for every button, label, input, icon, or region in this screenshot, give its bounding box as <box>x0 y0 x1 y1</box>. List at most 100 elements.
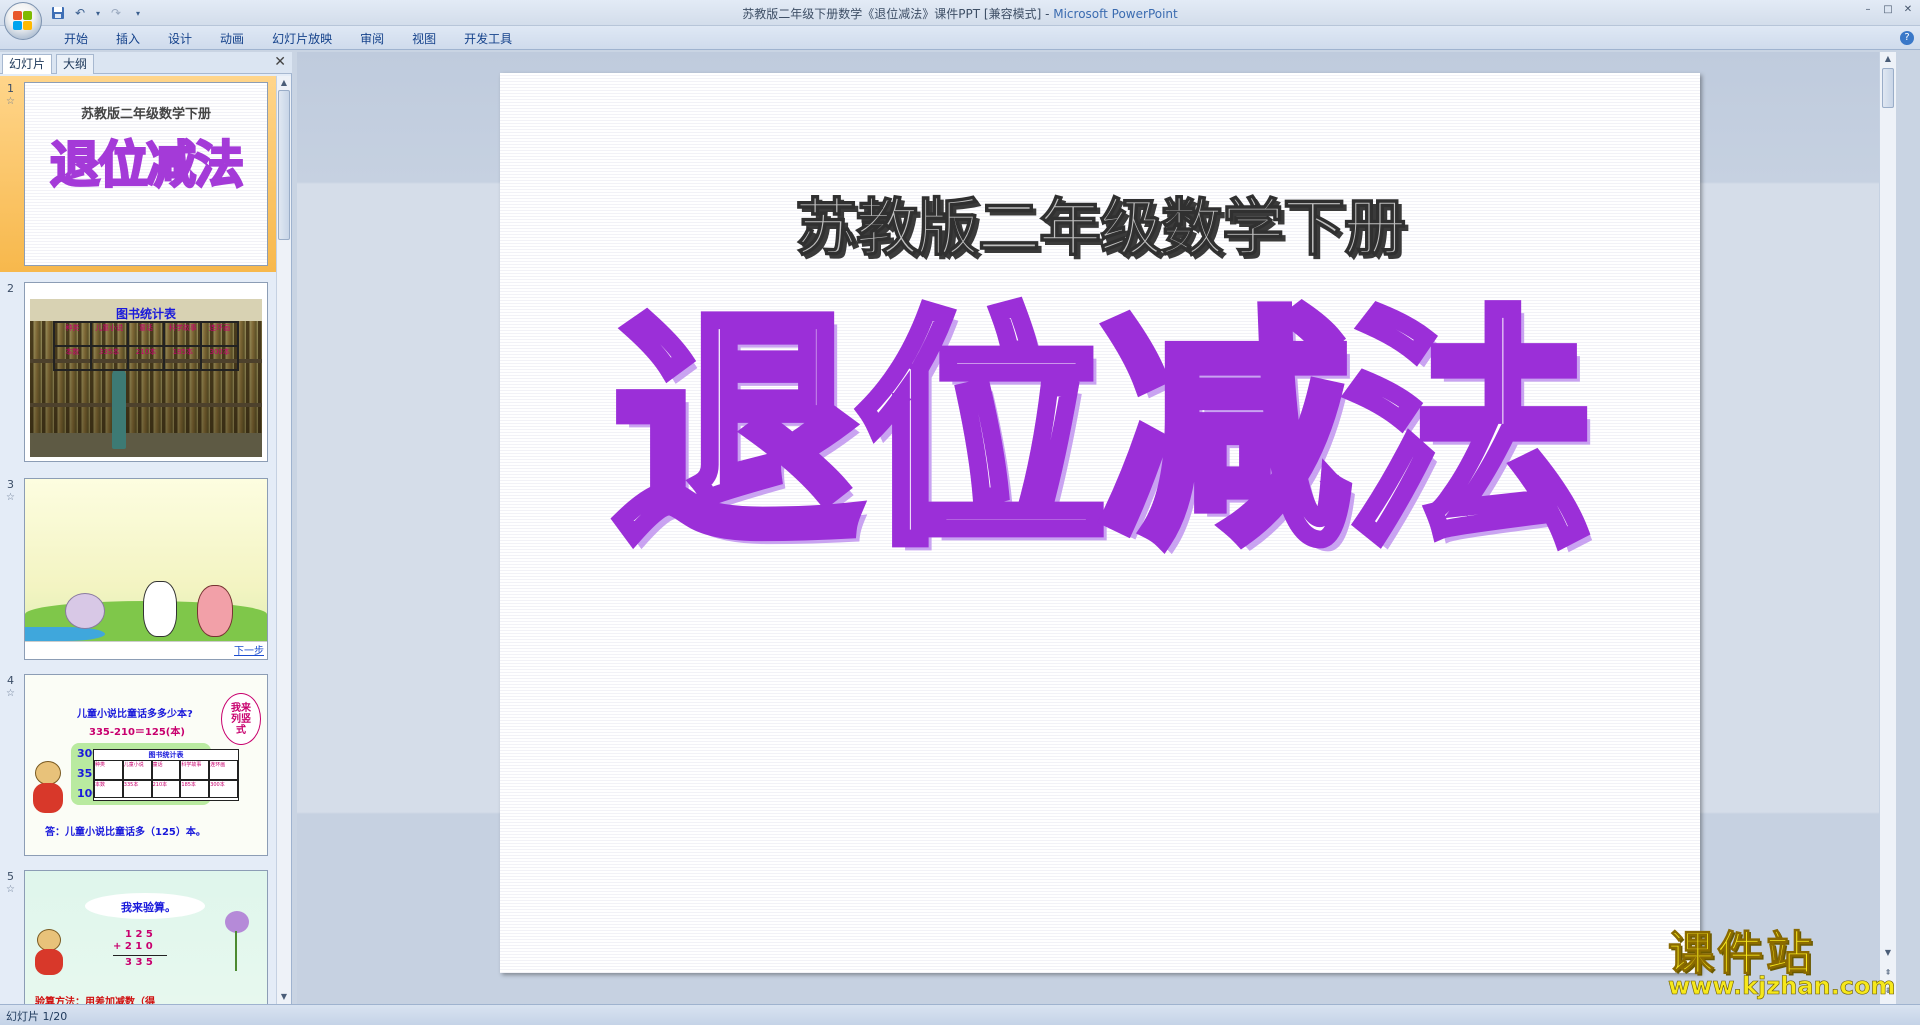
table-cell: 210本 <box>151 780 181 798</box>
slide-preview: 下一步 <box>24 478 268 660</box>
slide-thumbnail-4[interactable]: 4 ☆ 儿童小说比童话多多少本? 335-210＝125(本) 我来列竖式 30… <box>0 670 276 858</box>
slide-number: 2 <box>7 282 14 295</box>
elephant-character <box>65 593 105 629</box>
tab-review[interactable]: 审阅 <box>346 30 398 48</box>
current-slide[interactable]: 苏教版二年级数学下册 退位减法 <box>500 73 1700 973</box>
slide-thumbnail-5[interactable]: 5 ☆ 我来验算。 1 2 5 + 2 1 0 3 3 5 验算方法：用差加减数… <box>0 866 276 1004</box>
calc-result: 3 3 5 <box>125 957 153 968</box>
table-cell: 连环画 <box>209 760 238 780</box>
tab-outline[interactable]: 大纲 <box>56 54 95 74</box>
window-controls: – □ ✕ <box>1860 2 1916 16</box>
table-cell: 连环画 <box>201 322 238 346</box>
tab-design[interactable]: 设计 <box>154 30 206 48</box>
ribbon-tabs: 开始 插入 设计 动画 幻灯片放映 审阅 视图 开发工具 <box>50 30 526 48</box>
window-title: 苏教版二年级下册数学《退位减法》课件PPT [兼容模式] - Microsoft… <box>742 7 1178 21</box>
table-cell: 种类 <box>94 760 123 780</box>
pane-tabs: 幻灯片 大纲 ✕ <box>0 52 292 74</box>
slides-pane: 幻灯片 大纲 ✕ 1 ☆ 苏教版二年级数学下册 退位减法 2 图书统计表 种类 … <box>0 52 292 1004</box>
scroll-up-icon[interactable]: ▲ <box>277 76 291 90</box>
table-cell: 童话 <box>127 322 165 346</box>
table-cell: 儿童小说 <box>90 322 128 346</box>
scroll-down-icon[interactable]: ▼ <box>277 990 291 1004</box>
pig-character <box>197 585 233 637</box>
table-cell: 科学故事 <box>180 760 210 780</box>
tab-view[interactable]: 视图 <box>398 30 450 48</box>
table-cell: 210本 <box>127 346 165 370</box>
tab-animations[interactable]: 动画 <box>206 30 258 48</box>
river-illustration <box>25 627 105 641</box>
maximize-button[interactable]: □ <box>1880 2 1896 16</box>
slide-thumbnail-1[interactable]: 1 ☆ 苏教版二年级数学下册 退位减法 <box>0 76 276 272</box>
thumb-table: 种类 儿童小说 童话 科学故事 连环画 本数 335本 210本 185本 30… <box>53 321 239 371</box>
main-scrollbar[interactable]: ▲ ▼ ⇞ ⇟ <box>1879 52 1896 1004</box>
slide-thumbnail-2[interactable]: 2 图书统计表 种类 儿童小说 童话 科学故事 连环画 本数 335本 210本… <box>0 278 276 466</box>
table-cell: 185本 <box>164 346 202 370</box>
slide-preview: 儿童小说比童话多多少本? 335-210＝125(本) 我来列竖式 300 35… <box>24 674 268 856</box>
tab-insert[interactable]: 插入 <box>102 30 154 48</box>
office-logo-icon <box>13 11 33 31</box>
ground-strip <box>25 641 267 659</box>
scroll-thumb[interactable] <box>278 90 290 240</box>
table-cell: 儿童小说 <box>122 760 152 780</box>
slide-subtitle[interactable]: 苏教版二年级数学下册 <box>500 177 1700 267</box>
document-title: 苏教版二年级下册数学《退位减法》课件PPT [兼容模式] <box>742 7 1042 21</box>
thumb-method: 验算方法：用差加减数（得 <box>35 997 155 1004</box>
slide-title[interactable]: 退位减法 <box>500 282 1700 583</box>
table-cell: 300本 <box>209 780 238 798</box>
slide-thumbnail-3[interactable]: 3 ☆ 下一步 <box>0 474 276 662</box>
scroll-thumb[interactable] <box>1882 68 1894 108</box>
calc-top: 1 2 5 <box>125 929 153 940</box>
animation-star-icon: ☆ <box>6 96 15 107</box>
tab-developer[interactable]: 开发工具 <box>450 30 526 48</box>
thumb-heading: 图书统计表 <box>115 307 176 321</box>
thumb-answer: 答：儿童小说比童话多（125）本。 <box>45 827 206 838</box>
table-cell: 种类 <box>54 322 91 346</box>
watermark-name: 课件站 <box>1668 926 1815 980</box>
bear-character <box>33 929 65 977</box>
thumb-heading: 我来验算。 <box>121 901 176 914</box>
scroll-up-icon[interactable]: ▲ <box>1880 52 1896 66</box>
calc-add: + 2 1 0 <box>113 941 153 952</box>
thumb-equation: 335-210＝125(本) <box>89 727 185 738</box>
slide-preview: 图书统计表 种类 儿童小说 童话 科学故事 连环画 本数 335本 210本 1… <box>24 282 268 462</box>
watermark-url: www.kjzhan.com <box>1668 972 1896 1000</box>
slide-preview: 苏教版二年级数学下册 退位减法 <box>24 82 268 266</box>
mini-table-title: 图书统计表 <box>148 751 184 759</box>
thumb-subtitle: 苏教版二年级数学下册 <box>80 107 211 122</box>
mini-table: 图书统计表 种类 儿童小说 童话 科学故事 连环画 本数 335本 210本 1… <box>93 749 239 801</box>
help-icon[interactable]: ? <box>1900 31 1914 45</box>
app-name: Microsoft PowerPoint <box>1053 7 1178 21</box>
animation-star-icon: ☆ <box>6 492 15 503</box>
watermark-logo: 课件站 www.kjzhan.com <box>1668 926 1900 1000</box>
bubble-text: 我来列竖式 <box>231 702 251 736</box>
calc-line <box>113 955 167 956</box>
slide-number: 3 <box>7 478 14 491</box>
slide-number: 5 <box>7 870 14 883</box>
bear-character <box>31 761 65 817</box>
table-cell: 300本 <box>201 346 238 370</box>
animation-star-icon: ☆ <box>6 884 15 895</box>
tab-home[interactable]: 开始 <box>50 30 102 48</box>
slide-thumbnails: 1 ☆ 苏教版二年级数学下册 退位减法 2 图书统计表 种类 儿童小说 童话 科… <box>0 76 276 1004</box>
tab-slide-show[interactable]: 幻灯片放映 <box>258 30 346 48</box>
slide-number: 1 <box>7 82 14 95</box>
table-cell: 童话 <box>151 760 181 780</box>
tab-slides[interactable]: 幻灯片 <box>2 54 53 74</box>
minimize-button[interactable]: – <box>1860 2 1876 16</box>
ribbon: 开始 插入 设计 动画 幻灯片放映 审阅 视图 开发工具 ? <box>0 26 1920 50</box>
title-bar: ↶ ▾ ↷ ▾ 苏教版二年级下册数学《退位减法》课件PPT [兼容模式] - M… <box>0 0 1920 26</box>
pane-scrollbar[interactable]: ▲ ▼ <box>276 76 291 1004</box>
close-button[interactable]: ✕ <box>1900 2 1916 16</box>
slide-preview: 我来验算。 1 2 5 + 2 1 0 3 3 5 验算方法：用差加减数（得 <box>24 870 268 1004</box>
next-step-link[interactable]: 下一步 <box>234 642 264 657</box>
close-pane-icon[interactable]: ✕ <box>274 55 286 69</box>
flower-illustration <box>215 911 255 971</box>
status-bar: 幻灯片 1/20 <box>0 1004 1920 1025</box>
office-button[interactable] <box>4 2 42 40</box>
speech-bubble: 我来列竖式 <box>221 693 261 745</box>
table-cell: 335本 <box>90 346 128 370</box>
slide-indicator: 幻灯片 1/20 <box>6 1010 68 1023</box>
partial-number: 35 <box>77 767 93 780</box>
table-cell: 本数 <box>94 780 123 798</box>
goat-character <box>143 581 177 637</box>
